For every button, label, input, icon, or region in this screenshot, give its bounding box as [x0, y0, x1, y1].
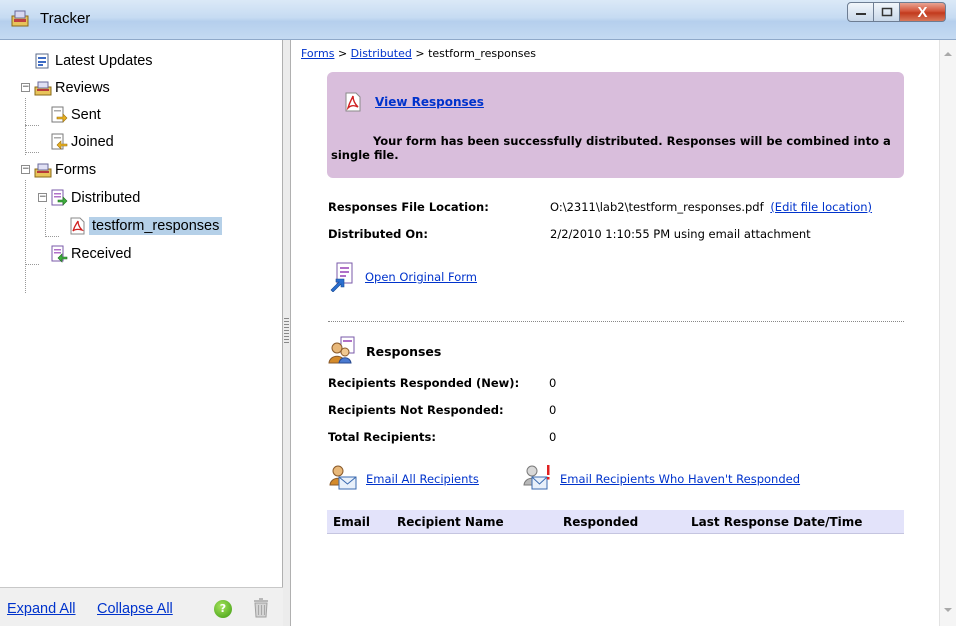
help-icon[interactable]: ?	[214, 600, 232, 618]
tree-item-label: testform_responses	[89, 217, 223, 235]
form-icon	[329, 262, 355, 293]
tree-item-label: Forms	[55, 162, 97, 178]
responses-heading: Responses	[366, 344, 442, 359]
minimize-icon	[855, 13, 866, 15]
forms-expander[interactable]: −	[21, 165, 30, 174]
pdf-icon	[345, 92, 361, 112]
status-banner: View Responses Your form has been succes…	[327, 72, 904, 178]
forms-folder-icon	[34, 161, 52, 179]
responses-icon	[328, 336, 358, 364]
expand-all-link[interactable]: Expand All	[7, 601, 76, 617]
responded-label: Recipients Responded (New):	[328, 376, 520, 390]
pdf-file-icon	[68, 217, 86, 235]
maximize-button[interactable]	[874, 2, 900, 22]
window-controls: X	[847, 2, 946, 22]
maximize-icon	[881, 7, 892, 17]
distributed-expander[interactable]: −	[38, 193, 47, 202]
trash-icon[interactable]	[253, 598, 269, 618]
not-responded-label: Recipients Not Responded:	[328, 403, 504, 417]
column-header-responded[interactable]: Responded	[563, 515, 638, 529]
email-all-icon	[328, 463, 358, 491]
responded-value: 0	[549, 376, 557, 390]
close-icon: X	[917, 3, 928, 21]
email-not-responded-icon	[521, 463, 551, 491]
close-button[interactable]: X	[900, 2, 946, 22]
tree-item-testform-responses[interactable]: testform_responses	[68, 214, 223, 238]
sent-icon	[50, 106, 68, 124]
column-header-last-response[interactable]: Last Response Date/Time	[691, 515, 862, 529]
section-divider	[328, 321, 904, 322]
distributed-icon	[50, 189, 68, 207]
location-label: Responses File Location:	[328, 200, 489, 214]
distributed-value: 2/2/2010 1:10:55 PM using email attachme…	[550, 227, 811, 241]
column-header-email[interactable]: Email	[333, 515, 370, 529]
email-not-responded-link[interactable]: Email Recipients Who Haven't Responded	[560, 472, 800, 486]
banner-message: Your form has been successfully distribu…	[331, 134, 891, 162]
breadcrumb-separator: >	[334, 47, 351, 60]
vertical-scrollbar[interactable]	[939, 40, 956, 626]
tree-item-joined[interactable]: Joined	[50, 130, 114, 154]
content-panel: Forms > Distributed > testform_responses…	[291, 40, 956, 626]
reviews-expander[interactable]: −	[21, 83, 30, 92]
scroll-down-icon[interactable]	[944, 608, 952, 612]
edit-file-location-link[interactable]: (Edit file location)	[770, 200, 872, 214]
tree-item-forms[interactable]: Forms	[34, 158, 96, 182]
tree-item-received[interactable]: Received	[50, 242, 131, 266]
joined-icon	[50, 133, 68, 151]
location-value: O:\2311\lab2\testform_responses.pdf	[550, 200, 764, 214]
breadcrumb: Forms > Distributed > testform_responses	[301, 47, 536, 60]
column-header-recipient-name[interactable]: Recipient Name	[397, 515, 504, 529]
tracker-app-icon	[10, 8, 30, 28]
tree-item-distributed[interactable]: Distributed	[50, 186, 140, 210]
tree-item-label: Received	[71, 246, 132, 262]
location-value-group: O:\2311\lab2\testform_responses.pdf (Edi…	[550, 200, 872, 214]
breadcrumb-current: testform_responses	[428, 47, 537, 60]
email-all-recipients-link[interactable]: Email All Recipients	[366, 472, 479, 486]
updates-icon	[34, 52, 52, 70]
tree-item-sent[interactable]: Sent	[50, 103, 101, 127]
total-recipients-label: Total Recipients:	[328, 430, 436, 444]
breadcrumb-separator: >	[411, 47, 429, 60]
minimize-button[interactable]	[847, 2, 874, 22]
navigation-panel: Latest Updates − Reviews Sent Joined − F…	[0, 40, 283, 626]
breadcrumb-forms[interactable]: Forms	[301, 47, 334, 60]
total-recipients-value: 0	[549, 430, 557, 444]
distributed-label: Distributed On:	[328, 227, 428, 241]
tree-item-label: Latest Updates	[55, 53, 153, 69]
collapse-all-link[interactable]: Collapse All	[97, 601, 173, 617]
view-responses-link[interactable]: View Responses	[375, 95, 484, 109]
not-responded-value: 0	[549, 403, 557, 417]
title-bar[interactable]: Tracker X	[0, 0, 956, 40]
reviews-folder-icon	[34, 79, 52, 97]
tree-item-reviews[interactable]: Reviews	[34, 76, 110, 100]
received-icon	[50, 245, 68, 263]
recipients-table-header: Email Recipient Name Responded Last Resp…	[327, 510, 904, 534]
splitter-grip[interactable]	[284, 318, 289, 344]
panel-splitter[interactable]	[283, 40, 291, 626]
open-original-form-link[interactable]: Open Original Form	[365, 270, 477, 284]
scroll-up-icon[interactable]	[944, 52, 952, 56]
tree-item-label: Reviews	[55, 80, 110, 96]
tree-item-label: Sent	[71, 107, 101, 123]
window-title: Tracker	[40, 10, 91, 27]
tree-footer: Expand All Collapse All ?	[0, 587, 283, 626]
breadcrumb-distributed[interactable]: Distributed	[351, 47, 412, 60]
tree-item-label: Distributed	[71, 190, 141, 206]
tree-item-latest-updates[interactable]: Latest Updates	[34, 49, 153, 73]
tree-item-label: Joined	[71, 134, 114, 150]
